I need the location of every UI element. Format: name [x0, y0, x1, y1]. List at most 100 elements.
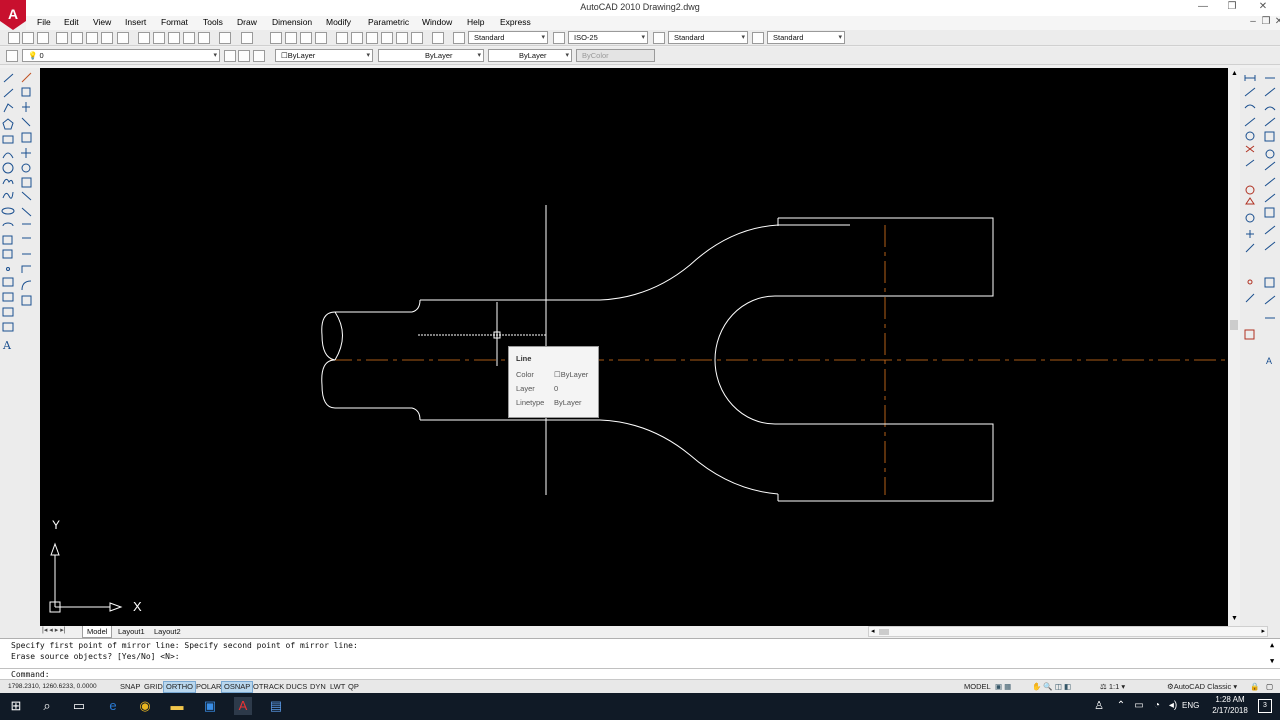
undo-button[interactable]	[219, 32, 231, 44]
horizontal-scroll-thumb[interactable]	[879, 629, 889, 635]
volume-icon[interactable]: ◂)	[1164, 697, 1182, 715]
help-button[interactable]	[432, 32, 444, 44]
snap-toggle[interactable]: SNAP	[118, 681, 142, 693]
redo-button[interactable]	[241, 32, 253, 44]
menu-insert[interactable]: Insert	[125, 17, 146, 27]
close-button[interactable]: ✕	[1256, 1, 1270, 12]
save-button[interactable]	[37, 32, 49, 44]
plot-button[interactable]	[56, 32, 68, 44]
properties-button[interactable]	[336, 32, 348, 44]
minimize-button[interactable]: —	[1196, 1, 1210, 12]
zoom-realtime-button[interactable]	[285, 32, 297, 44]
file-explorer-icon[interactable]: ▬	[168, 697, 186, 715]
tab-layout2[interactable]: Layout2	[150, 626, 185, 638]
doc-restore-button[interactable]: ❐	[1259, 16, 1273, 27]
scroll-left-icon[interactable]: ◂	[871, 627, 875, 635]
plot-preview-button[interactable]	[71, 32, 83, 44]
menu-help[interactable]: Help	[467, 17, 484, 27]
coordinate-readout[interactable]: 1798.2310, 1260.6233, 0.0000	[6, 681, 99, 693]
layer-select[interactable]: 💡 0 ▾	[22, 49, 220, 62]
dim-style-select[interactable]: ISO-25 ▾	[568, 31, 648, 44]
pan-button[interactable]	[270, 32, 282, 44]
open-button[interactable]	[22, 32, 34, 44]
clock-date[interactable]: 2/17/2018	[1206, 706, 1254, 715]
color-select[interactable]: ☐ByLayer ▾	[275, 49, 373, 62]
drawing-geometry[interactable]	[40, 68, 1228, 626]
dimension-toolbar-icons[interactable]: A	[1240, 68, 1280, 408]
scroll-up-icon[interactable]: ▲	[1270, 641, 1274, 649]
cut-button[interactable]	[138, 32, 150, 44]
people-icon[interactable]: ♙	[1090, 697, 1108, 715]
chrome-browser-icon[interactable]: ◉	[136, 697, 154, 715]
zoom-previous-button[interactable]	[315, 32, 327, 44]
markup-button[interactable]	[396, 32, 408, 44]
model-space-toggle[interactable]: MODEL	[962, 681, 993, 693]
tray-chevron-icon[interactable]: ⌃	[1112, 697, 1130, 715]
search-icon[interactable]: ⌕	[38, 697, 56, 715]
vertical-scroll-thumb[interactable]	[1230, 320, 1238, 330]
edge-browser-icon[interactable]: e	[104, 697, 122, 715]
zoom-window-button[interactable]	[300, 32, 312, 44]
tab-model[interactable]: Model	[82, 626, 113, 638]
table-style-select[interactable]: Standard ▾	[668, 31, 748, 44]
menu-modify[interactable]: Modify	[326, 17, 351, 27]
notification-badge[interactable]: 3	[1258, 699, 1272, 713]
menu-draw[interactable]: Draw	[237, 17, 257, 27]
dyn-toggle[interactable]: DYN	[308, 681, 328, 693]
text-style-icon[interactable]	[453, 32, 465, 44]
clock-time[interactable]: 1:28 AM	[1210, 695, 1250, 704]
layer-properties-button[interactable]	[6, 50, 18, 62]
menu-express[interactable]: Express	[500, 17, 531, 27]
workspace-select[interactable]: ⚙AutoCAD Classic ▾	[1165, 681, 1239, 693]
quick-view-layouts-icon[interactable]: ▣ ▦	[993, 681, 1013, 693]
text-style-select[interactable]: Standard ▾	[468, 31, 548, 44]
mleader-style-icon[interactable]	[752, 32, 764, 44]
maximize-button[interactable]: ❐	[1225, 1, 1239, 12]
clean-screen-icon[interactable]: ▢	[1264, 681, 1275, 693]
menu-dimension[interactable]: Dimension	[272, 17, 312, 27]
language-indicator[interactable]: ENG	[1182, 701, 1199, 710]
task-view-icon[interactable]: ▭	[70, 697, 88, 715]
menu-tools[interactable]: Tools	[203, 17, 223, 27]
qp-toggle[interactable]: QP	[346, 681, 361, 693]
block-editor-button[interactable]	[198, 32, 210, 44]
tool-palettes-button[interactable]	[366, 32, 378, 44]
design-center-button[interactable]	[351, 32, 363, 44]
autocad-task-icon[interactable]: A	[234, 697, 252, 715]
otrack-toggle[interactable]: OTRACK	[251, 681, 286, 693]
vertical-scrollbar[interactable]: ▲ ▼	[1228, 68, 1240, 626]
lwt-toggle[interactable]: LWT	[328, 681, 347, 693]
battery-icon[interactable]: ▭	[1130, 697, 1148, 715]
sheet-set-button[interactable]	[381, 32, 393, 44]
doc-close-button[interactable]: ✕	[1272, 16, 1280, 27]
scroll-down-icon[interactable]: ▼	[1270, 657, 1274, 665]
copy-button[interactable]	[153, 32, 165, 44]
doc-minimize-button[interactable]: –	[1246, 16, 1260, 27]
pan-zoom-icons[interactable]: ✋ 🔍 ◫ ◧	[1030, 681, 1073, 693]
etransmit-button[interactable]	[117, 32, 129, 44]
polar-toggle[interactable]: POLAR	[194, 681, 223, 693]
new-button[interactable]	[8, 32, 20, 44]
application-menu-button[interactable]: A	[0, 0, 26, 30]
tab-layout1[interactable]: Layout1	[114, 626, 149, 638]
osnap-toggle[interactable]: OSNAP	[221, 681, 254, 693]
lock-icon[interactable]: 🔒	[1248, 681, 1261, 693]
horizontal-scrollbar[interactable]: ◂ ▸	[868, 626, 1268, 637]
store-icon[interactable]: ▣	[201, 697, 219, 715]
menu-edit[interactable]: Edit	[64, 17, 79, 27]
menu-view[interactable]: View	[93, 17, 111, 27]
paste-button[interactable]	[168, 32, 180, 44]
layer-previous-button[interactable]	[238, 50, 250, 62]
menu-file[interactable]: File	[37, 17, 51, 27]
annotation-scale-select[interactable]: ⚖ 1:1 ▾	[1098, 681, 1127, 693]
linetype-select[interactable]: ByLayer ▾	[378, 49, 484, 62]
table-style-icon[interactable]	[653, 32, 665, 44]
scroll-down-icon[interactable]: ▼	[1231, 615, 1238, 622]
tab-navigation-icon[interactable]: |◂ ◂ ▸ ▸|	[42, 626, 66, 634]
3d-print-button[interactable]	[101, 32, 113, 44]
ortho-toggle[interactable]: ORTHO	[163, 681, 196, 693]
ducs-toggle[interactable]: DUCS	[284, 681, 309, 693]
menu-format[interactable]: Format	[161, 17, 188, 27]
match-properties-button[interactable]	[183, 32, 195, 44]
command-line-input[interactable]: Command:	[0, 668, 1280, 679]
